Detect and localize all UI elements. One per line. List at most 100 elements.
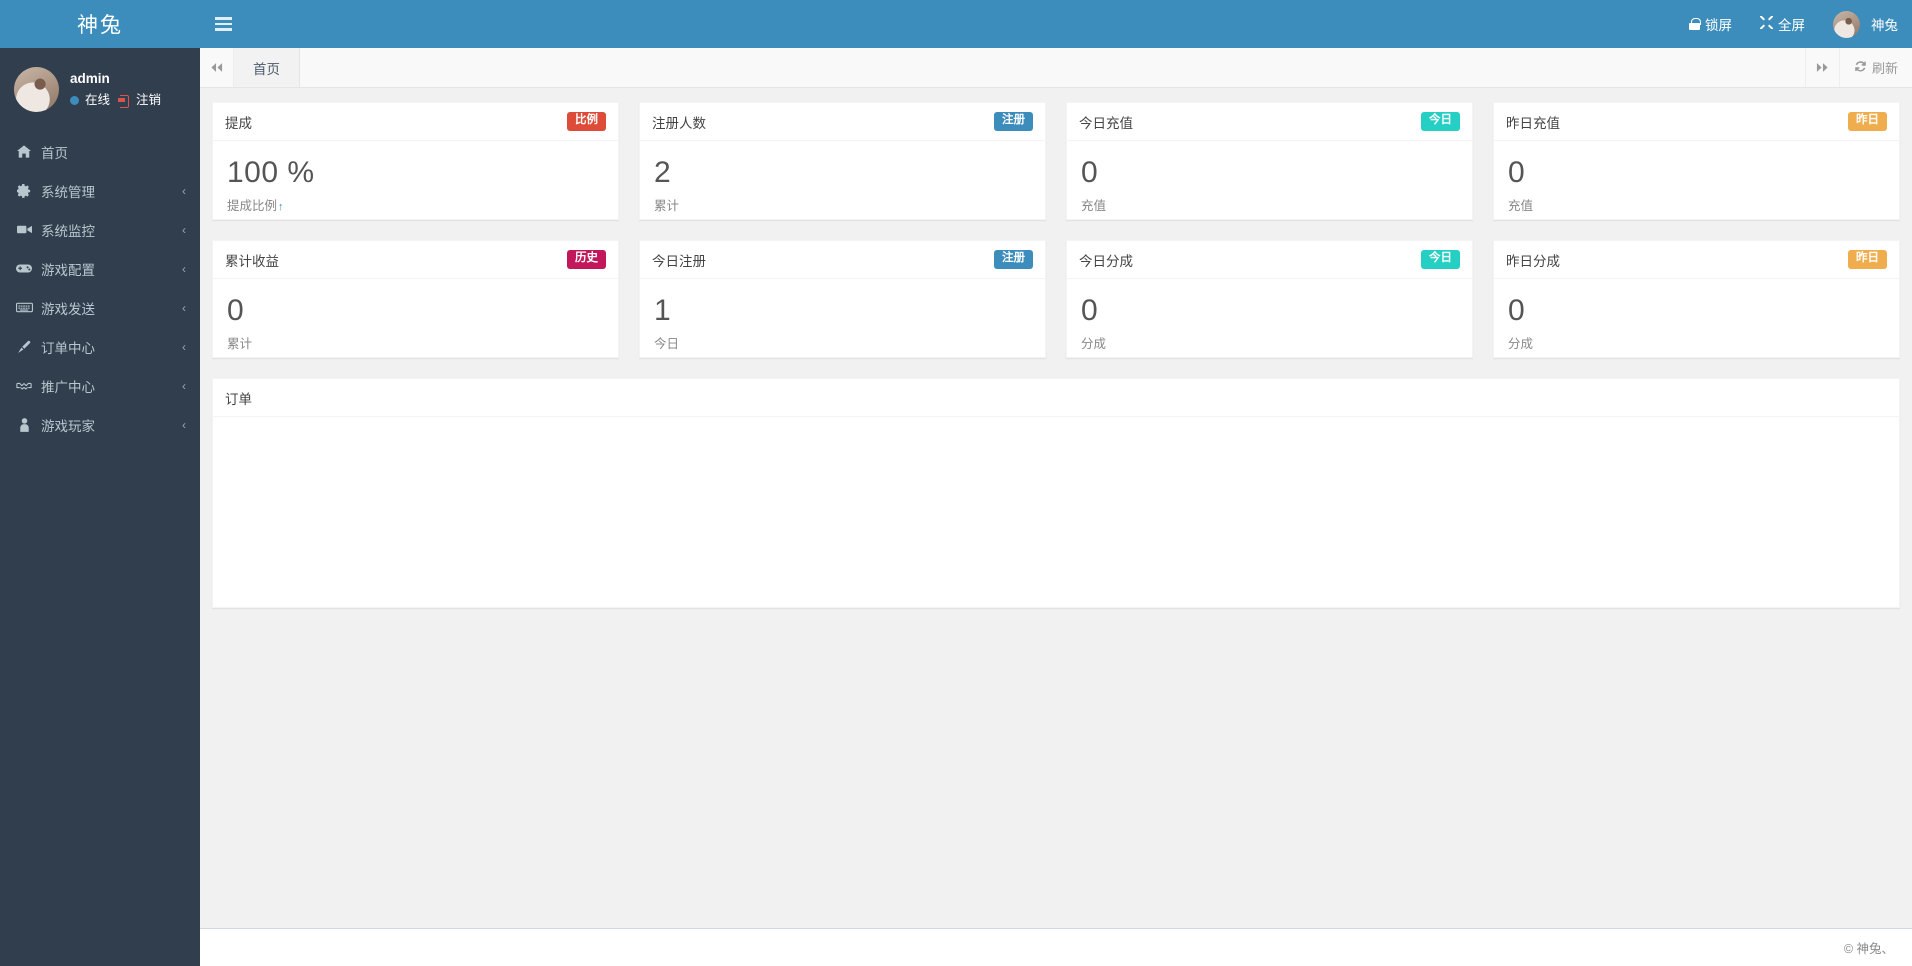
fullscreen-icon: [1760, 16, 1773, 32]
sidebar-label-home: 首页: [41, 145, 68, 161]
user-name: admin: [70, 70, 110, 86]
sidebar-item-home[interactable]: 首页: [0, 132, 200, 171]
sidebar-label-game-config: 游戏配置: [41, 262, 95, 278]
stat-card-col: 提成 比例 100 % 提成比例↑: [202, 102, 629, 220]
chevron-left-icon: ‹: [182, 378, 186, 393]
card-header: 提成 比例: [213, 103, 618, 141]
status-badge: 今日: [1421, 112, 1460, 131]
lock-screen-label: 锁屏: [1705, 18, 1732, 33]
stat-card-row-1: 提成 比例 100 % 提成比例↑ 注册人数 注册 2 累计 今日充值 今日 0…: [202, 102, 1910, 240]
logout-link[interactable]: 注销: [136, 91, 161, 110]
sidebar-item-game-send[interactable]: 游戏发送 ‹: [0, 288, 200, 327]
user-status-label[interactable]: 在线: [85, 91, 110, 110]
stat-card-today-share: 今日分成 今日 0 分成: [1066, 240, 1473, 358]
logout-icon: [118, 94, 131, 108]
home-icon: [14, 145, 34, 158]
sidebar-item-promote-center[interactable]: 推广中心 ‹: [0, 366, 200, 405]
stat-card-today-recharge: 今日充值 今日 0 充值: [1066, 102, 1473, 220]
fullscreen-button[interactable]: 全屏: [1746, 0, 1819, 48]
order-panel-row: 订单: [202, 378, 1910, 628]
sidebar-link-promote-center[interactable]: 推广中心 ‹: [0, 366, 200, 405]
card-header: 注册人数 注册: [640, 103, 1045, 141]
sidebar-link-game-player[interactable]: 游戏玩家 ‹: [0, 405, 200, 444]
card-value: 0: [1508, 294, 1526, 327]
tab-bar-right: 刷新: [1804, 48, 1912, 87]
card-value: 1: [654, 294, 672, 327]
video-icon: [14, 224, 34, 235]
stat-card-col: 今日分成 今日 0 分成: [1056, 240, 1483, 358]
card-body: 0 分成: [1494, 279, 1899, 357]
sidebar-link-game-send[interactable]: 游戏发送 ‹: [0, 288, 200, 327]
card-title: 今日分成: [1079, 253, 1133, 269]
card-body: 0 累计: [213, 279, 618, 357]
stat-card-col: 昨日分成 昨日 0 分成: [1483, 240, 1910, 358]
chevron-left-icon: ‹: [182, 339, 186, 354]
user-info: admin 在线 注销: [70, 69, 161, 110]
keyboard-icon: [14, 302, 34, 313]
card-header: 昨日充值 昨日: [1494, 103, 1899, 141]
sidebar-item-game-config[interactable]: 游戏配置 ‹: [0, 249, 200, 288]
tab-bar: 首页 刷新: [200, 48, 1912, 88]
chevron-left-icon: ‹: [182, 222, 186, 237]
card-sub-label: 分成: [1081, 336, 1107, 351]
refresh-label: 刷新: [1871, 61, 1898, 76]
sidebar-link-system-monitor[interactable]: 系统监控 ‹: [0, 210, 200, 249]
fullscreen-label: 全屏: [1778, 18, 1805, 33]
card-sub-label-wrap: 提成比例↑: [227, 195, 604, 214]
stat-card-col: 注册人数 注册 2 累计: [629, 102, 1056, 220]
status-badge: 历史: [567, 250, 606, 269]
card-body: 2 累计: [640, 141, 1045, 219]
tab-home[interactable]: 首页: [234, 48, 300, 87]
card-value: 100 %: [227, 156, 315, 189]
chevron-left-icon: ‹: [182, 417, 186, 432]
account-menu[interactable]: 神兔: [1819, 0, 1912, 48]
hamburger-menu-icon[interactable]: [200, 0, 246, 48]
card-sub-label: 提成比例: [227, 198, 278, 213]
card-sub-label: 充值: [1081, 198, 1107, 213]
card-title: 今日充值: [1079, 115, 1133, 131]
card-header: 累计收益 历史: [213, 241, 618, 279]
user-panel: admin 在线 注销: [0, 48, 200, 130]
sidebar-link-system-manage[interactable]: 系统管理 ‹: [0, 171, 200, 210]
navbar-avatar: [1833, 10, 1860, 38]
sidebar-label-game-player: 游戏玩家: [41, 418, 95, 434]
sidebar-link-order-center[interactable]: 订单中心 ‹: [0, 327, 200, 366]
tabs-scroll-right-button[interactable]: [1804, 48, 1839, 87]
sidebar-item-order-center[interactable]: 订单中心 ‹: [0, 327, 200, 366]
stat-card-commission: 提成 比例 100 % 提成比例↑: [212, 102, 619, 220]
sidebar-label-game-send: 游戏发送: [41, 301, 95, 317]
refresh-button[interactable]: 刷新: [1838, 48, 1912, 87]
stat-card-register-count: 注册人数 注册 2 累计: [639, 102, 1046, 220]
card-sub-label: 充值: [1508, 198, 1534, 213]
online-dot-icon: [70, 95, 79, 105]
card-sub-label: 累计: [227, 336, 253, 351]
lock-screen-button[interactable]: 锁屏: [1675, 0, 1746, 48]
chevron-left-icon: ‹: [182, 300, 186, 315]
stat-card-yesterday-share: 昨日分成 昨日 0 分成: [1493, 240, 1900, 358]
account-label: 神兔: [1871, 18, 1898, 33]
status-badge: 昨日: [1848, 112, 1887, 131]
sidebar-item-game-player[interactable]: 游戏玩家 ‹: [0, 405, 200, 444]
card-sub-label: 今日: [654, 336, 680, 351]
sidebar-label-system-monitor: 系统监控: [41, 223, 95, 239]
card-body: 1 今日: [640, 279, 1045, 357]
lock-icon: [1689, 18, 1701, 30]
gear-icon: [14, 183, 34, 198]
sidebar-item-system-monitor[interactable]: 系统监控 ‹: [0, 210, 200, 249]
status-badge: 今日: [1421, 250, 1460, 269]
brand-logo[interactable]: 神兔: [0, 0, 200, 48]
stat-card-col: 今日充值 今日 0 充值: [1056, 102, 1483, 220]
sidebar-link-game-config[interactable]: 游戏配置 ‹: [0, 249, 200, 288]
brush-icon: [14, 340, 34, 354]
sidebar-item-system-manage[interactable]: 系统管理 ‹: [0, 171, 200, 210]
card-header: 今日注册 注册: [640, 241, 1045, 279]
tabs-scroll-left-button[interactable]: [200, 48, 234, 87]
chevron-left-icon: ‹: [182, 261, 186, 276]
top-navbar: 锁屏 全屏 神兔: [200, 0, 1912, 48]
stat-card-col: 昨日充值 昨日 0 充值: [1483, 102, 1910, 220]
arrow-up-icon: ↑: [278, 200, 284, 213]
status-badge: 昨日: [1848, 250, 1887, 269]
sidebar-link-home[interactable]: 首页: [0, 132, 200, 171]
status-badge: 注册: [994, 250, 1033, 269]
stat-card-col: 累计收益 历史 0 累计: [202, 240, 629, 358]
